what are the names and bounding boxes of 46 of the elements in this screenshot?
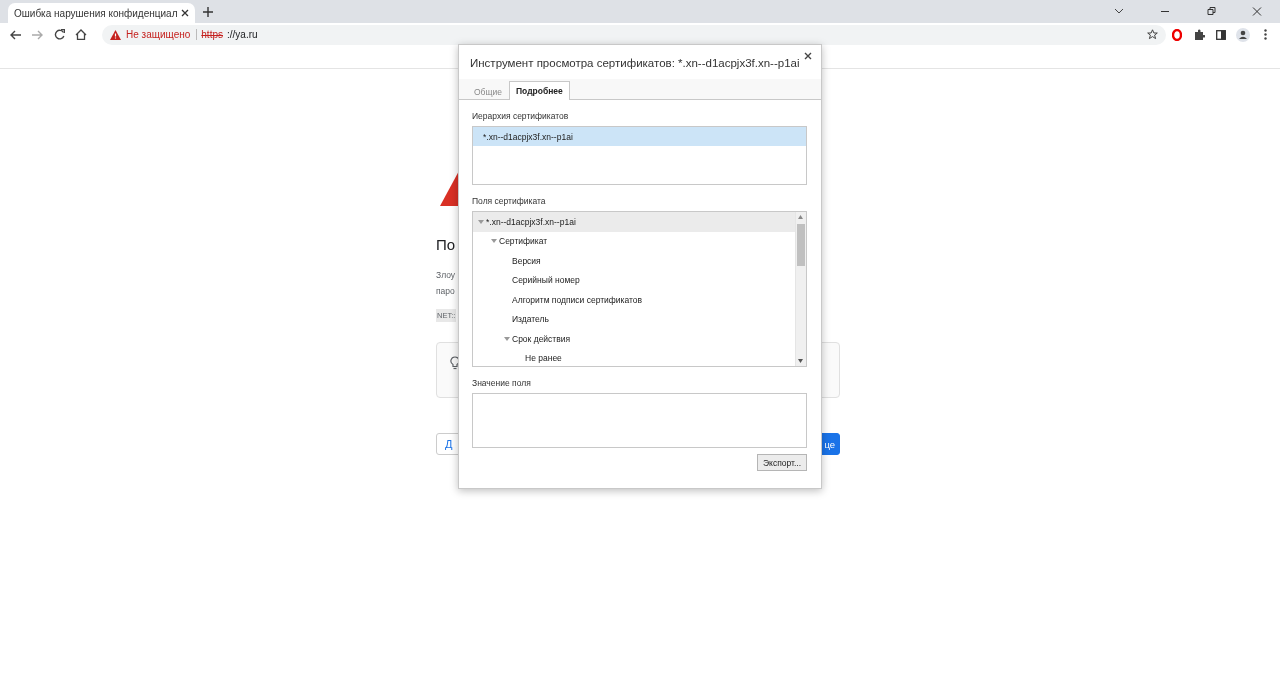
- lightbulb-icon: [450, 356, 460, 370]
- back-arrow-icon[interactable]: [9, 29, 21, 40]
- section-label: Поля сертификата: [472, 196, 547, 206]
- page-text: Злоу: [436, 269, 456, 282]
- scrollbar[interactable]: [795, 212, 806, 366]
- dialog-tab[interactable]: Общие: [467, 82, 509, 100]
- expanded-triangle-icon[interactable]: [491, 239, 497, 244]
- tree-item[interactable]: Версия: [473, 251, 795, 271]
- side-panel-icon[interactable]: [1216, 29, 1226, 40]
- tree-item[interactable]: Серийный номер: [473, 270, 795, 290]
- expanded-triangle-icon[interactable]: [504, 336, 510, 341]
- dialog-tab[interactable]: Подробнее: [508, 81, 570, 100]
- tree-item[interactable]: *.xn--d1acpjx3f.xn--p1ai: [473, 212, 795, 232]
- section-label: Значение поля: [472, 378, 532, 388]
- address-bar[interactable]: Не защищено https ://ya.ru: [102, 24, 1166, 45]
- warning-icon: [110, 29, 121, 40]
- new-tab-icon[interactable]: [203, 6, 214, 17]
- profile-avatar-icon[interactable]: [1236, 27, 1250, 42]
- menu-icon[interactable]: [1263, 29, 1267, 40]
- url-scheme: https: [201, 29, 223, 40]
- page-heading: По: [436, 236, 456, 253]
- page-text: паро: [436, 285, 455, 298]
- dialog-title: Инструмент просмотра сертификатов: *.xn--d1acpjx3f.xn--p1ai: [470, 57, 800, 69]
- star-icon[interactable]: [1147, 29, 1158, 40]
- tree-item[interactable]: Издатель: [473, 309, 795, 329]
- field-value-box[interactable]: [472, 393, 807, 448]
- tree-item[interactable]: Не ранее: [473, 348, 795, 366]
- security-label[interactable]: Не защищено: [126, 29, 191, 40]
- hierarchy-item[interactable]: *.xn--d1acpjx3f.xn--p1ai: [473, 127, 806, 146]
- tree-item[interactable]: Срок действия: [473, 329, 795, 349]
- ring-icon[interactable]: [1172, 28, 1182, 41]
- export-button[interactable]: Экспорт...: [757, 454, 807, 471]
- url-text: ://ya.ru: [227, 29, 258, 40]
- scroll-down-icon[interactable]: [798, 359, 803, 363]
- scroll-thumb[interactable]: [797, 224, 805, 266]
- forward-arrow-icon[interactable]: [31, 29, 43, 40]
- browser-tab[interactable]: Ошибка нарушения конфиденциал: [8, 3, 196, 23]
- puzzle-icon[interactable]: [1193, 29, 1205, 40]
- home-icon[interactable]: [75, 29, 87, 40]
- section-label: Иерархия сертификатов: [472, 111, 570, 121]
- scroll-up-icon[interactable]: [798, 215, 803, 219]
- tree-item[interactable]: Сертификат: [473, 231, 795, 251]
- reload-icon[interactable]: [53, 29, 65, 40]
- close-icon[interactable]: [181, 9, 190, 17]
- expanded-triangle-icon[interactable]: [478, 219, 484, 224]
- tree-item[interactable]: Алгоритм подписи сертификатов: [473, 290, 795, 310]
